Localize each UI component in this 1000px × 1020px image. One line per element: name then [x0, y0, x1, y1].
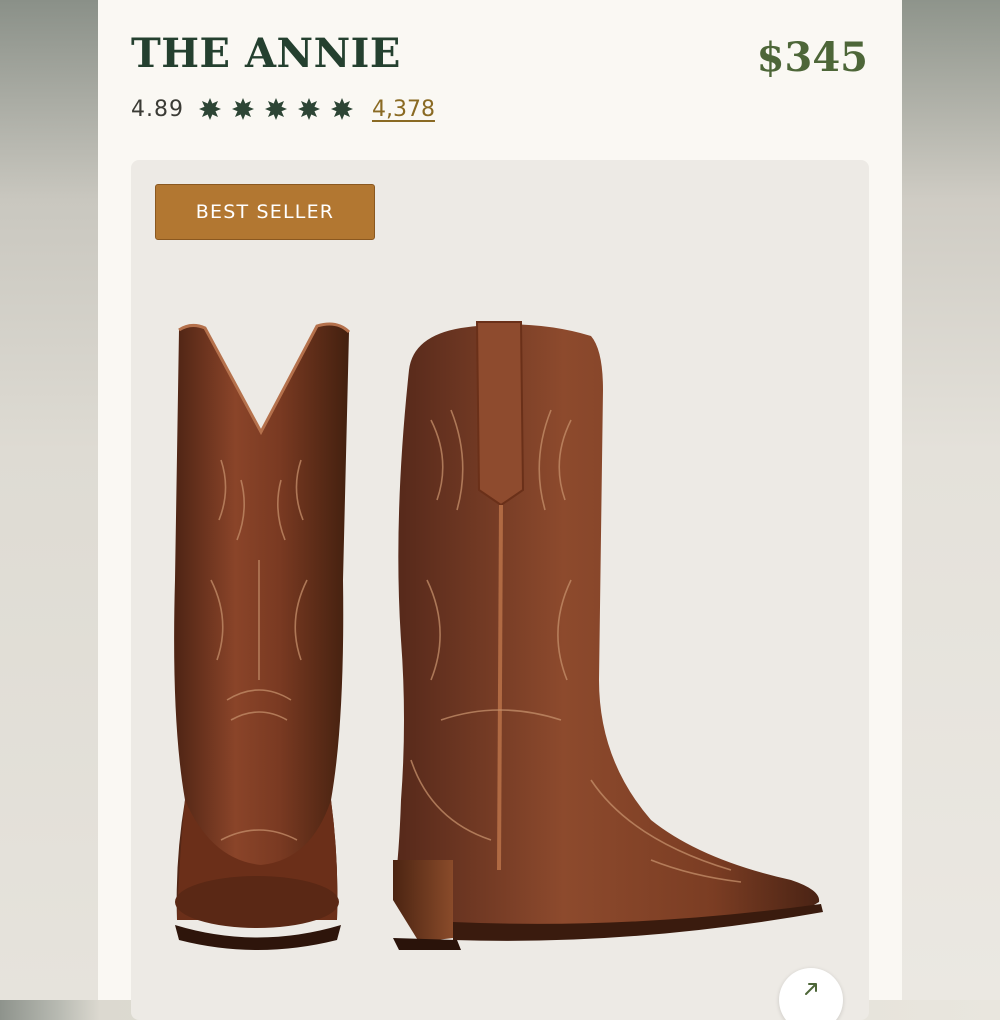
star-icon	[330, 98, 353, 120]
side-boot	[393, 321, 823, 950]
front-boot	[174, 322, 351, 950]
star-icon	[264, 98, 287, 120]
star-icon	[198, 98, 221, 120]
reviews-link[interactable]: 4,378	[372, 97, 435, 122]
product-title: THE ANNIE	[131, 30, 401, 77]
star-icon	[297, 98, 320, 120]
star-icon	[231, 98, 254, 120]
product-image-panel[interactable]: BEST SELLER	[131, 160, 869, 1020]
product-image	[174, 321, 823, 950]
background-right	[902, 0, 1000, 1000]
rating-row: 4.89 4,378	[131, 94, 435, 124]
best-seller-badge: BEST SELLER	[155, 184, 375, 240]
background-left	[0, 0, 98, 1000]
star-rating	[198, 97, 354, 121]
rating-value: 4.89	[131, 96, 184, 122]
expand-arrow-icon	[805, 983, 817, 995]
product-card: THE ANNIE $345 4.89 4,378 BEST SELLER	[98, 0, 902, 1020]
product-price: $345	[756, 34, 868, 81]
